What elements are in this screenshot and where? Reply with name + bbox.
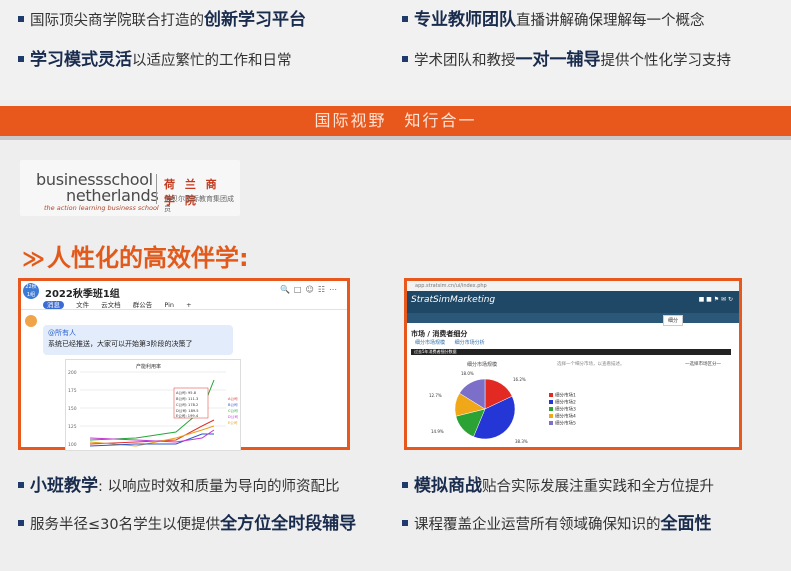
logo-line2: netherlands <box>66 186 159 205</box>
promo-page: 国际顶尖商学院联合打造的创新学习平台 专业教师团队直播讲解确保理解每一个概念 学… <box>0 0 791 571</box>
tab-files: 文件 <box>76 301 90 309</box>
tab-add: + <box>186 301 192 309</box>
tooltip-line: A公司: 95.8 <box>176 390 197 395</box>
bullet-platform: 国际顶尖商学院联合打造的创新学习平台 <box>18 10 306 31</box>
tooltip-line: C公司: 178.2 <box>176 402 198 407</box>
pie-legend: 细分市场1 细分市场2 细分市场3 细分市场4 细分市场5 <box>549 393 576 428</box>
y-tick: 200 <box>68 370 77 376</box>
pie-label: 16.2% <box>513 377 526 382</box>
pie-hint: 选择一个细分市场，以查看描述。 <box>557 362 625 367</box>
sim-page-title: 市场 / 消费者细分 <box>411 330 468 338</box>
bullet-service: 服务半径≤30名学生以便提供全方位全时段辅导 <box>18 514 356 535</box>
bullet-square-icon <box>18 482 24 488</box>
bullet-bold: 小班教学 <box>30 476 98 496</box>
legend-item: B公司 <box>228 402 238 407</box>
tab-pin: Pin <box>164 301 175 309</box>
utilization-chart-svg: 产能利用率 200 175 150 125 100 A公司: 95.8 B公司:… <box>68 363 238 448</box>
sim-header-icons: ■ ■ ⚑ ✉ ↻ <box>698 296 733 303</box>
bullet-simulation: 模拟商战贴合实际发展注重实践和全方位提升 <box>402 476 714 497</box>
logo-cn-sub: 诺贝尔国际教育集团成员 <box>164 195 234 213</box>
sim-brand: StratSimMarketing <box>411 295 496 305</box>
sender-avatar <box>25 315 37 327</box>
bullet-teachers: 专业教师团队直播讲解确保理解每一个概念 <box>402 10 705 31</box>
bullet-square-icon <box>402 520 408 526</box>
section-heading: ≫人性化的高效伴学: <box>22 244 249 272</box>
bullet-bold: 一对一辅导 <box>515 50 601 70</box>
chart-title: 产能利用率 <box>136 363 161 370</box>
bullet-flexible: 学习模式灵活以适应繁忙的工作和日常 <box>18 50 292 71</box>
tooltip-line: D公司: 189.5 <box>176 408 199 413</box>
sim-nav <box>407 313 739 323</box>
bullet-bold: 专业教师团队 <box>414 10 516 30</box>
y-tick: 175 <box>68 388 77 394</box>
pie-label: 12.7% <box>429 393 442 398</box>
stratsim-screenshot: app.stratsim.cn/ui/index.php StratSimMar… <box>404 278 742 450</box>
bullet-bold: 学习模式灵活 <box>30 50 132 70</box>
logo-divider <box>156 174 157 204</box>
bullet-square-icon <box>402 16 408 22</box>
legend-item: A公司 <box>228 396 238 401</box>
bullet-bold: 创新学习平台 <box>204 10 306 30</box>
bullet-coverage: 课程覆盖企业运营所有领域确保知识的全面性 <box>402 514 712 535</box>
bullet-bold: 模拟商战 <box>414 476 482 496</box>
group-chat-screenshot: 22秋 1组 2022秋季班1组 🔍□☺☷⋯ 消息 文件 云文档 群公告 Pin … <box>18 278 350 451</box>
bullet-square-icon <box>18 16 24 22</box>
band-shadow <box>0 136 791 140</box>
pie-label: 38.3% <box>515 439 528 444</box>
legend-item: 细分市场3 <box>549 407 576 414</box>
tab-messages: 消息 <box>43 301 64 309</box>
tab-announcement: 群公告 <box>132 301 153 309</box>
tab-segment-size: 细分市场规模 <box>415 340 446 346</box>
pie-label: 14.9% <box>431 429 444 434</box>
segment-pie: 18.0% 16.2% 12.7% 14.9% 38.3% <box>429 371 528 444</box>
bullet-square-icon <box>18 520 24 526</box>
toolbar-icons: 🔍□☺☷⋯ <box>279 285 341 294</box>
legend-item: E公司 <box>228 420 238 425</box>
logo-tagline: the action learning business school <box>44 204 159 212</box>
group-title: 2022秋季班1组 <box>45 289 120 300</box>
bullet-small-class: 小班教学: 以响应时效和质量为导向的师资配比 <box>18 476 340 497</box>
bullet-bold: 全方位全时段辅导 <box>220 514 357 534</box>
tab-docs: 云文档 <box>101 301 121 309</box>
legend-item: 细分市场4 <box>549 414 576 421</box>
sim-header: StratSimMarketing ■ ■ ⚑ ✉ ↻ <box>407 291 739 313</box>
chat-message: @所有人 系统已经推送，大家可以开始第3阶段的决策了 <box>43 325 233 355</box>
y-tick: 125 <box>68 424 77 430</box>
segment-select: 一选择市场区分一 <box>685 362 721 367</box>
school-logo: businessschool netherlands the action le… <box>20 160 240 216</box>
sim-tooltip: 细分 <box>663 315 684 326</box>
chat-divider <box>21 309 347 310</box>
legend-item: D公司 <box>228 414 238 419</box>
browser-url: app.stratsim.cn/ui/index.php <box>407 281 739 291</box>
sim-dark-bar: 过去5年消费者细分数据 <box>411 349 731 355</box>
utilization-chart: 产能利用率 200 175 150 125 100 A公司: 95.8 B公司:… <box>65 359 241 451</box>
sim-tabs: 细分市场规模 细分市场分析 <box>415 339 493 346</box>
double-chevron-icon: ≫ <box>22 247 46 272</box>
group-avatar: 22秋 1组 <box>23 283 39 299</box>
legend-item: 细分市场1 <box>549 393 576 400</box>
message-text: 系统已经推送，大家可以开始第3阶段的决策了 <box>48 340 193 348</box>
band-slogan: 国际视野 知行合一 <box>314 111 477 130</box>
legend-item: C公司 <box>228 408 238 413</box>
legend-item: 细分市场5 <box>549 421 576 428</box>
bullet-bold: 全面性 <box>660 514 712 534</box>
pie-label: 18.0% <box>461 371 474 376</box>
tab-segment-analysis: 细分市场分析 <box>454 340 485 346</box>
bullet-square-icon <box>18 56 24 62</box>
tooltip-line: E公司: 199.4 <box>176 413 199 418</box>
bullet-square-icon <box>402 482 408 488</box>
y-tick: 150 <box>68 406 77 412</box>
bullet-tutoring: 学术团队和教授一对一辅导提供个性化学习支持 <box>402 50 731 71</box>
chat-tabs: 消息 文件 云文档 群公告 Pin + <box>43 299 202 309</box>
bullet-square-icon <box>402 56 408 62</box>
mention-text: @所有人 <box>48 329 76 337</box>
tooltip-line: B公司: 111.3 <box>176 396 198 401</box>
legend-item: 细分市场2 <box>549 400 576 407</box>
y-tick: 100 <box>68 442 77 448</box>
